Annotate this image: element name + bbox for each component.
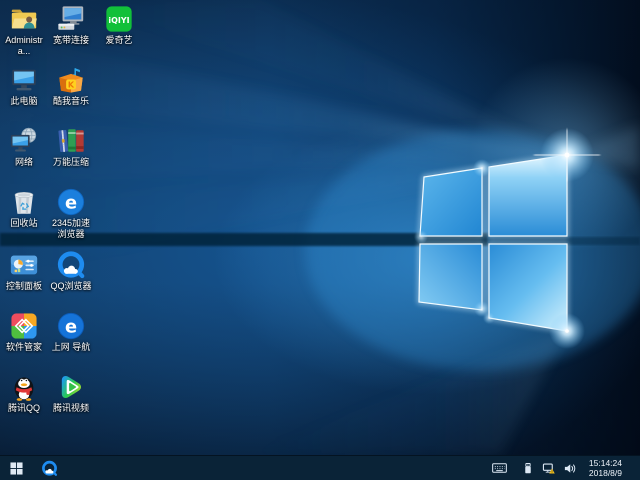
desktop-icon-label: 万能压缩 bbox=[52, 157, 89, 167]
recycle-bin-icon bbox=[9, 187, 39, 217]
desktop-icon-label: 宽带连接 bbox=[52, 35, 89, 45]
desktop-icon-label: 软件管家 bbox=[5, 342, 42, 352]
desktop-icon-broadband-connection[interactable]: 宽带连接 bbox=[48, 4, 94, 46]
network-icon bbox=[9, 126, 39, 156]
tencent-video-icon bbox=[56, 372, 86, 402]
desktop-icon-tencent-qq[interactable]: 腾讯QQ bbox=[1, 372, 47, 414]
desktop-icon-label: QQ浏览器 bbox=[50, 281, 92, 291]
desktop-icon-recycle-bin[interactable]: 回收站 bbox=[1, 187, 47, 229]
clock-date: 2018/8/9 bbox=[588, 468, 622, 478]
broadband-connection-icon bbox=[56, 4, 86, 34]
desktop-icon-archiver[interactable]: 万能压缩 bbox=[48, 126, 94, 168]
qq-browser-icon bbox=[56, 250, 86, 280]
start-icon bbox=[10, 461, 23, 475]
taskbar-clock[interactable]: 15:14:24 2018/8/9 bbox=[584, 458, 627, 478]
volume-icon[interactable] bbox=[563, 461, 578, 476]
desktop-icon-label: 腾讯视频 bbox=[52, 403, 89, 413]
clock-time: 15:14:24 bbox=[588, 458, 622, 468]
web-navigation-icon: e bbox=[56, 311, 86, 341]
desktop-icon-label: 爱奇艺 bbox=[105, 35, 133, 45]
this-pc-icon bbox=[9, 65, 39, 95]
desktop-icon-this-pc[interactable]: 此电脑 bbox=[1, 65, 47, 107]
svg-text:K: K bbox=[68, 80, 75, 89]
desktop-icon-administrator[interactable]: Administra... bbox=[1, 4, 47, 57]
system-tray: 15:14:24 2018/8/9 bbox=[492, 456, 640, 480]
desktop-icon-iqiyi[interactable]: iQIYI 爱奇艺 bbox=[96, 4, 142, 46]
control-panel-icon bbox=[9, 250, 39, 280]
tencent-qq-icon bbox=[9, 372, 39, 402]
qq-browser-icon bbox=[41, 460, 58, 477]
desktop-icon-label: 腾讯QQ bbox=[7, 403, 40, 413]
desktop-icon-label: Administra... bbox=[5, 35, 43, 56]
network-warning-icon[interactable] bbox=[542, 461, 557, 476]
archiver-icon bbox=[56, 126, 86, 156]
taskbar-qq-browser-button[interactable] bbox=[33, 456, 66, 480]
windows-logo-artwork bbox=[0, 0, 640, 455]
desktop-icon-label: 酷我音乐 bbox=[52, 96, 89, 106]
svg-text:e: e bbox=[65, 193, 77, 214]
taskbar: 15:14:24 2018/8/9 bbox=[0, 455, 640, 480]
kuwo-music-icon: K bbox=[56, 65, 86, 95]
svg-text:e: e bbox=[65, 317, 77, 338]
taskbar-empty-area bbox=[66, 456, 492, 480]
desktop-icon-label: 控制面板 bbox=[5, 281, 42, 291]
start-button[interactable] bbox=[0, 456, 33, 480]
desktop-icon-label: 网络 bbox=[14, 157, 33, 167]
desktop-icon-label: 上网 导航 bbox=[51, 342, 91, 352]
desktop-icon-kuwo-music[interactable]: K 酷我音乐 bbox=[48, 65, 94, 107]
desktop: Administra... 宽带连接 iQIYI 爱奇艺 此电脑 K 酷我音乐 … bbox=[0, 0, 640, 480]
desktop-icon-software-manager[interactable]: 软件管家 bbox=[1, 311, 47, 353]
desktop-icon-2345-browser[interactable]: e 2345加速浏览器 bbox=[48, 187, 94, 240]
desktop-icon-web-navigation[interactable]: e 上网 导航 bbox=[48, 311, 94, 353]
usb-device-icon[interactable] bbox=[521, 461, 536, 476]
2345-browser-icon: e bbox=[56, 187, 86, 217]
user-folder-icon bbox=[9, 4, 39, 34]
desktop-icon-control-panel[interactable]: 控制面板 bbox=[1, 250, 47, 292]
touch-keyboard-icon[interactable] bbox=[492, 461, 507, 476]
software-manager-icon bbox=[9, 311, 39, 341]
svg-text:iQIYI: iQIYI bbox=[108, 16, 129, 25]
iqiyi-icon: iQIYI bbox=[104, 4, 134, 34]
desktop-icon-label: 2345加速浏览器 bbox=[51, 218, 91, 239]
desktop-icon-qq-browser[interactable]: QQ浏览器 bbox=[48, 250, 94, 292]
wallpaper bbox=[0, 0, 640, 455]
desktop-icon-label: 回收站 bbox=[10, 218, 38, 228]
desktop-icon-tencent-video[interactable]: 腾讯视频 bbox=[48, 372, 94, 414]
desktop-icon-label: 此电脑 bbox=[10, 96, 38, 106]
desktop-icon-network[interactable]: 网络 bbox=[1, 126, 47, 168]
